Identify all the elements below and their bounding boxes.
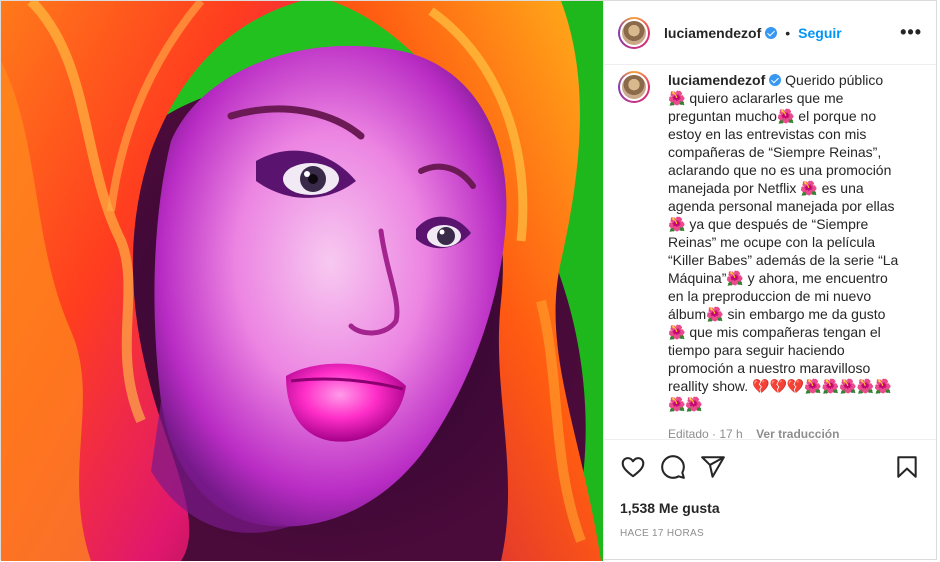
post-sidebar: luciamendezof • Seguir ••• luciamendezof… xyxy=(603,1,936,559)
instagram-post: luciamendezof • Seguir ••• luciamendezof… xyxy=(0,0,937,561)
caption-body-text: Querido público 🌺 quiero aclararles que … xyxy=(668,72,899,412)
caption-author-avatar[interactable] xyxy=(618,71,650,103)
more-options-icon[interactable]: ••• xyxy=(900,22,922,43)
bookmark-icon[interactable] xyxy=(894,454,920,480)
avatar-photo xyxy=(620,18,648,47)
verified-badge-icon xyxy=(769,74,782,86)
verified-badge-icon xyxy=(765,26,778,39)
comments-section: luciamendezof Querido público 🌺 quiero a… xyxy=(604,65,936,441)
post-actions: 1,538 Me gusta HACE 17 HORAS xyxy=(604,439,936,539)
post-image[interactable] xyxy=(1,1,603,561)
portrait-artwork xyxy=(1,1,603,561)
share-icon[interactable] xyxy=(700,454,726,480)
author-avatar[interactable] xyxy=(618,16,650,49)
comment-icon[interactable] xyxy=(660,454,686,480)
avatar-photo xyxy=(620,73,648,101)
follow-button[interactable]: Seguir xyxy=(798,25,842,41)
caption-block: luciamendezof Querido público 🌺 quiero a… xyxy=(668,71,900,441)
separator-dot: • xyxy=(785,24,791,41)
heart-icon[interactable] xyxy=(620,454,646,480)
author-username[interactable]: luciamendezof xyxy=(664,25,761,41)
post-header: luciamendezof • Seguir ••• xyxy=(604,1,936,65)
likes-count[interactable]: 1,538 Me gusta xyxy=(620,500,920,516)
action-icons xyxy=(620,452,920,482)
caption-text: luciamendezof Querido público 🌺 quiero a… xyxy=(668,71,900,413)
post-timestamp[interactable]: HACE 17 HORAS xyxy=(620,528,920,539)
caption-username[interactable]: luciamendezof xyxy=(668,72,765,88)
